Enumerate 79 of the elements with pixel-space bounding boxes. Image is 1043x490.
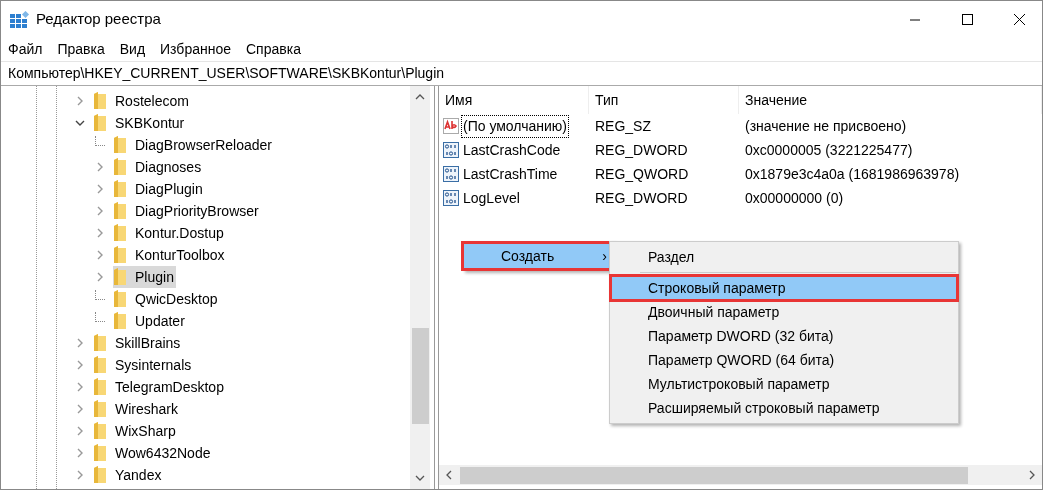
- folder-icon: [113, 290, 127, 308]
- tree-item[interactable]: DiagPriorityBrowser: [135, 200, 259, 222]
- folder-icon: [93, 334, 107, 352]
- value-name[interactable]: LastCrashCode: [461, 138, 563, 162]
- menu-item[interactable]: Вид: [119, 39, 146, 60]
- table-cell-text: 0xc0000005 (3221225477): [744, 140, 914, 160]
- folder-icon: [93, 378, 107, 396]
- binary-value-icon: [443, 142, 459, 158]
- window-title: Редактор реестра: [36, 9, 161, 30]
- tree-item[interactable]: WixSharp: [115, 420, 176, 442]
- scroll-right-icon[interactable]: [1029, 470, 1035, 480]
- folder-icon: [113, 180, 127, 198]
- menu-item[interactable]: Правка: [57, 39, 105, 60]
- folder-icon: [93, 466, 107, 484]
- column-header[interactable]: Имя: [439, 86, 589, 114]
- folder-icon: [93, 356, 107, 374]
- tree-item[interactable]: Wow6432Node: [115, 442, 211, 464]
- chevron-icon[interactable]: [75, 118, 85, 128]
- vertical-scrollbar[interactable]: [410, 86, 430, 489]
- app-icon: [10, 10, 30, 29]
- tree-item[interactable]: Updater: [135, 310, 185, 332]
- maximize-icon: [961, 14, 973, 25]
- tree-item[interactable]: SKBKontur: [115, 112, 185, 134]
- menu-item[interactable]: Мультистроковый параметр: [611, 372, 957, 396]
- table-cell-text: REG_DWORD: [594, 140, 689, 160]
- tree-item[interactable]: DiagBrowserReloader: [135, 134, 272, 156]
- folder-icon: [93, 444, 107, 462]
- tree-item[interactable]: Kontur.Dostup: [135, 222, 224, 244]
- value-name[interactable]: LogLevel: [461, 186, 522, 210]
- folder-icon: [113, 268, 127, 286]
- table-cell-text: 0x1879e3c4a0a (1681986963978): [744, 164, 961, 184]
- address-bar[interactable]: Компьютер\HKEY_CURRENT_USER\SOFTWARE\SKBKontur\Plugin: [1, 62, 1042, 86]
- table-cell-text: REG_DWORD: [594, 188, 689, 208]
- tree-item[interactable]: DiagPlugin: [135, 178, 203, 200]
- tree-item[interactable]: Rostelecom: [115, 90, 189, 112]
- scroll-left-icon[interactable]: [446, 470, 452, 480]
- folder-icon: [113, 202, 127, 220]
- tree-item[interactable]: Diagnoses: [135, 156, 202, 178]
- binary-value-icon: [443, 166, 459, 182]
- tree-item[interactable]: QwicDesktop: [135, 288, 218, 310]
- menu-item[interactable]: Расширяемый строковый параметр: [611, 396, 957, 420]
- menu-item[interactable]: Справка: [246, 39, 301, 60]
- tree-item[interactable]: Sysinternals: [115, 354, 192, 376]
- menu-item[interactable]: Избранное: [160, 39, 231, 60]
- horizontal-scrollbar[interactable]: [439, 465, 1042, 485]
- tree-item[interactable]: TelegramDesktop: [115, 376, 224, 398]
- folder-icon: [113, 158, 127, 176]
- menu-item[interactable]: Параметр QWORD (64 бита): [611, 348, 957, 372]
- close-icon: [1013, 14, 1025, 25]
- scrollbar-thumb[interactable]: [460, 466, 968, 484]
- menu-item[interactable]: Файл: [8, 39, 43, 60]
- binary-value-icon: [443, 190, 459, 206]
- table-cell-text: 0x00000000 (0): [744, 188, 845, 208]
- scroll-up-icon[interactable]: [415, 94, 425, 100]
- menu-item[interactable]: Двоичный параметр: [611, 300, 957, 324]
- value-name[interactable]: LastCrashTime: [461, 162, 560, 186]
- folder-icon: [93, 422, 107, 440]
- scroll-down-icon[interactable]: [415, 475, 425, 481]
- tree-item[interactable]: Yandex: [115, 464, 162, 486]
- folder-icon: [93, 400, 107, 418]
- menu-item[interactable]: Параметр DWORD (32 бита): [611, 324, 957, 348]
- column-header[interactable]: Значение: [739, 86, 1042, 114]
- menu-item[interactable]: Строковый параметр: [611, 276, 957, 300]
- string-value-icon: [443, 118, 459, 134]
- column-header[interactable]: Тип: [589, 86, 739, 114]
- table-cell-text: REG_SZ: [594, 116, 652, 136]
- folder-icon: [113, 224, 127, 242]
- folder-icon: [93, 92, 107, 110]
- scrollbar-thumb[interactable]: [411, 328, 429, 424]
- tree-item[interactable]: KonturToolbox: [135, 244, 225, 266]
- folder-icon: [113, 136, 127, 154]
- folder-icon: [93, 114, 107, 132]
- table-cell-text: REG_QWORD: [594, 164, 690, 184]
- folder-icon: [113, 246, 127, 264]
- tree-item[interactable]: SkillBrains: [115, 332, 181, 354]
- value-name[interactable]: (По умолчанию): [461, 114, 569, 138]
- table-cell-text: (значение не присвоено): [744, 116, 908, 136]
- tree-item[interactable]: Wireshark: [115, 398, 178, 420]
- folder-icon: [113, 312, 127, 330]
